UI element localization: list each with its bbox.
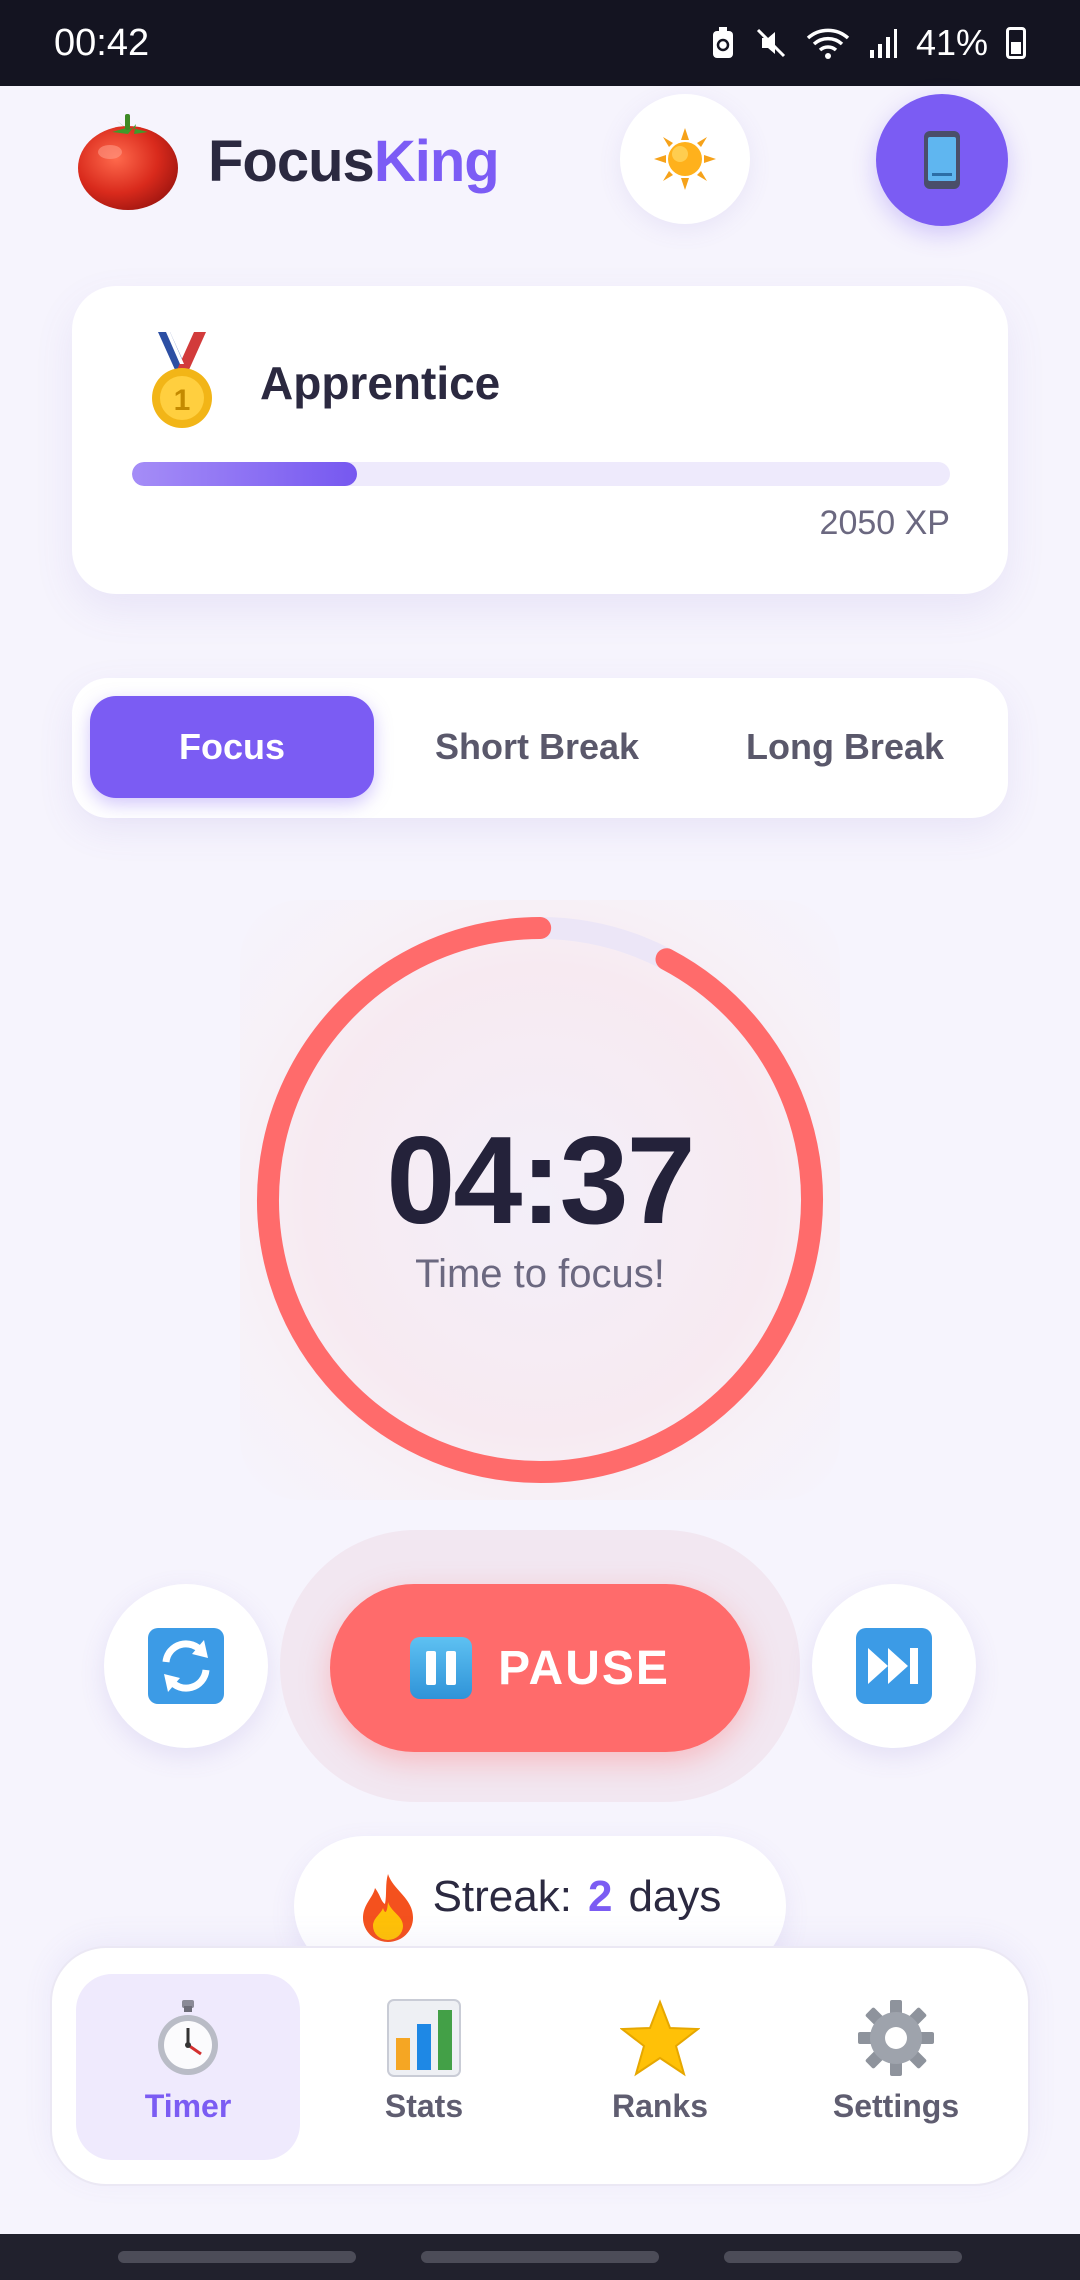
- xp-progress-fill: [132, 462, 357, 486]
- nav-label-settings: Settings: [832, 2088, 960, 2124]
- skip-icon: [856, 1628, 932, 1704]
- nav-label-ranks: Ranks: [611, 2088, 709, 2124]
- nav-item-settings[interactable]: Settings: [784, 1974, 1008, 2160]
- rank-title: Apprentice: [260, 357, 501, 409]
- medal-icon: 1: [152, 332, 212, 428]
- signal-icon: [869, 29, 897, 58]
- nav-item-stats[interactable]: Stats: [312, 1974, 536, 2160]
- system-navigation-bar: [0, 2234, 1080, 2280]
- status-bar: 00:42 41%: [0, 0, 1080, 86]
- timer-controls: PAUSE: [0, 1530, 1080, 1810]
- xp-value: 2050 XP: [819, 504, 950, 542]
- tab-focus[interactable]: Focus: [90, 696, 374, 798]
- svg-text:1: 1: [174, 384, 191, 417]
- timer-display: 04:37 Time to focus!: [240, 900, 840, 1500]
- wifi-icon: [806, 28, 850, 59]
- nav-item-ranks[interactable]: Ranks: [548, 1974, 772, 2160]
- battery-percent: 41%: [915, 22, 988, 63]
- sun-icon: [654, 128, 716, 190]
- gear-icon: [858, 2000, 934, 2076]
- xp-progress-bar: [132, 462, 950, 486]
- nav-label-stats: Stats: [384, 2088, 464, 2124]
- nav-handle[interactable]: [421, 2251, 659, 2263]
- nav-item-timer[interactable]: Timer: [76, 1974, 300, 2160]
- nav-label-timer: Timer: [144, 2088, 232, 2124]
- theme-toggle-button[interactable]: [620, 94, 750, 224]
- battery-icon: [1006, 27, 1026, 59]
- rank-card: 1 Apprentice 2050 XP: [72, 286, 1008, 594]
- skip-button[interactable]: [812, 1584, 976, 1748]
- reset-button[interactable]: [104, 1584, 268, 1748]
- status-icons: 41%: [710, 22, 1026, 64]
- brand-focus: Focus: [208, 129, 375, 194]
- status-time: 00:42: [54, 21, 150, 64]
- stopwatch-icon: [158, 2000, 218, 2075]
- nav-handle[interactable]: [118, 2251, 356, 2263]
- fire-icon: [362, 1874, 413, 1942]
- timer-label: Time to focus!: [415, 1252, 665, 1296]
- tab-short-break[interactable]: Short Break: [390, 696, 684, 798]
- reset-icon: [148, 1628, 224, 1704]
- pause-label: PAUSE: [498, 1641, 670, 1695]
- tomato-logo-icon: [78, 114, 178, 210]
- streak-prefix: Streak:: [432, 1872, 572, 1921]
- mode-tabs: Focus Short Break Long Break: [72, 678, 1008, 818]
- mute-icon: [756, 28, 785, 58]
- phone-icon: [924, 131, 960, 189]
- star-icon: [620, 1999, 700, 2077]
- battery-saver-icon: [712, 27, 733, 58]
- bottom-nav: Timer Stats Ranks Settings: [50, 1946, 1030, 2186]
- streak-count: 2: [587, 1872, 613, 1921]
- pause-button[interactable]: PAUSE: [330, 1584, 750, 1752]
- streak-suffix: days: [628, 1872, 722, 1921]
- bar-chart-icon: [387, 1999, 461, 2077]
- nav-handle[interactable]: [724, 2251, 962, 2263]
- timer-value: 04:37: [386, 1112, 695, 1250]
- pause-icon: [410, 1637, 473, 1699]
- device-mode-button[interactable]: [876, 94, 1008, 226]
- app-brand: FocusKing: [208, 128, 500, 195]
- brand-king: King: [373, 129, 500, 194]
- app-header: FocusKing: [0, 86, 1080, 236]
- tab-long-break[interactable]: Long Break: [698, 696, 992, 798]
